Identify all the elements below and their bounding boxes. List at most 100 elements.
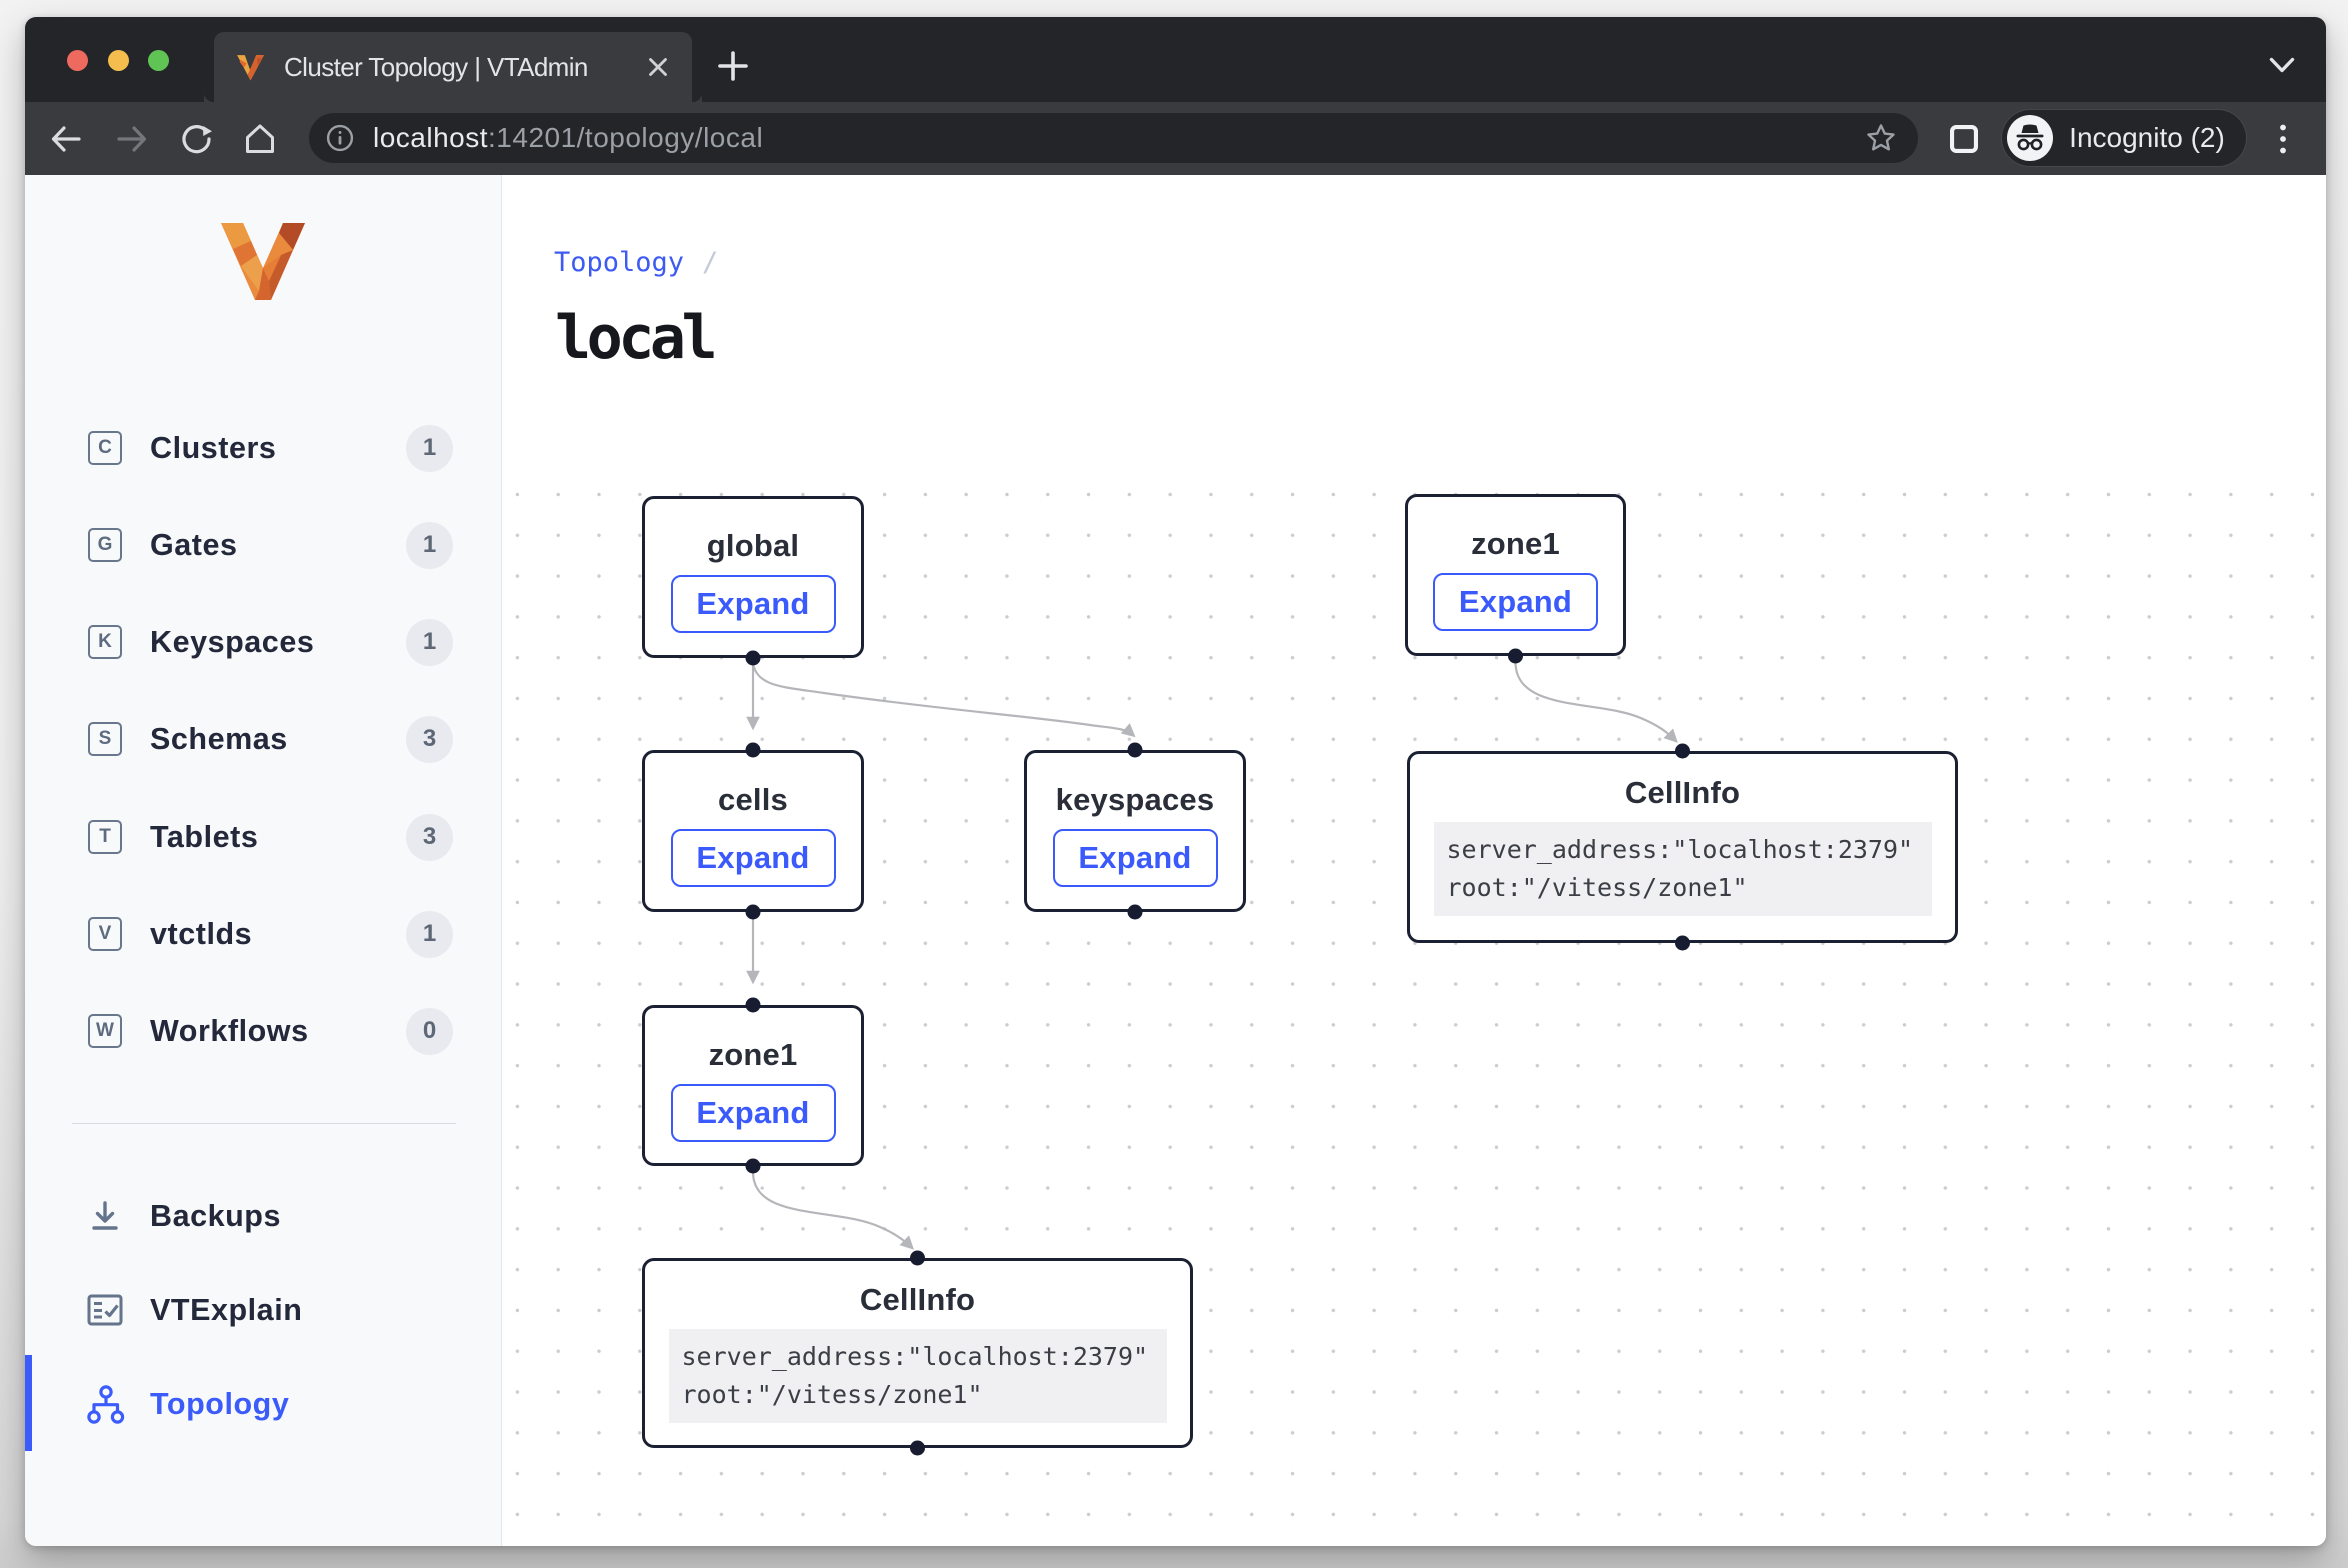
tablets-letter-icon: T: [88, 820, 122, 854]
breadcrumb: Topology /: [554, 247, 718, 278]
sidebar-item-vtexplain[interactable]: VTExplain: [25, 1275, 501, 1345]
node-zone1-right[interactable]: zone1 Expand: [1405, 494, 1626, 656]
expand-button-zone1-right[interactable]: Expand: [1433, 573, 1598, 631]
browser-titlebar: Cluster Topology | VTAdmin: [25, 17, 2326, 102]
side-panel-icon: [1950, 125, 1978, 153]
back-button[interactable]: [42, 102, 90, 175]
tab-title: Cluster Topology | VTAdmin: [284, 32, 588, 102]
code-line-2: root:"/vitess/zone1": [682, 1376, 1153, 1414]
tab-close-icon[interactable]: [642, 51, 674, 83]
node-cells[interactable]: cells Expand: [642, 750, 864, 912]
sidebar-item-keyspaces[interactable]: K Keyspaces 1: [25, 607, 501, 677]
sidebar-item-schemas[interactable]: S Schemas 3: [25, 704, 501, 774]
cellinfo-code-right: server_address:"localhost:2379"root:"/vi…: [1434, 822, 1932, 916]
topology-canvas[interactable]: Topology / local global Expand cells Expa…: [502, 175, 2326, 1546]
close-window-button[interactable]: [67, 50, 88, 71]
node-title-zone1-left: zone1: [645, 1038, 861, 1071]
code-line-1: server_address:"localhost:2379": [1447, 831, 1918, 869]
vitess-favicon-icon: [234, 50, 267, 83]
node-cellinfo-left[interactable]: CellInfo server_address:"localhost:2379"…: [642, 1258, 1193, 1448]
node-title-cells: cells: [645, 783, 861, 816]
keyspaces-count-badge: 1: [406, 619, 453, 666]
gates-letter-icon: G: [88, 528, 122, 562]
cellinfo-code-left: server_address:"localhost:2379"root:"/vi…: [669, 1329, 1167, 1423]
sidebar-item-gates[interactable]: G Gates 1: [25, 510, 501, 580]
sidebar-item-clusters[interactable]: C Clusters 1: [25, 413, 501, 483]
page-info-icon[interactable]: [325, 123, 355, 153]
node-title-global: global: [645, 529, 861, 562]
sidebar-item-label-backups: Backups: [150, 1199, 281, 1234]
gates-count-badge: 1: [406, 522, 453, 569]
zoom-window-button[interactable]: [148, 50, 169, 71]
workflows-count-badge: 0: [406, 1008, 453, 1055]
three-dot-menu-icon: [2266, 122, 2300, 156]
sidebar-item-label-gates: Gates: [150, 528, 238, 563]
sidebar-item-label-keyspaces: Keyspaces: [150, 625, 314, 660]
traffic-lights: [67, 50, 169, 71]
browser-toolbar: localhost:14201/topology/local Incognito: [25, 102, 2326, 175]
bookmark-star-icon[interactable]: [1865, 122, 1897, 154]
home-button[interactable]: [236, 102, 284, 175]
breadcrumb-topology-link[interactable]: Topology: [554, 247, 684, 278]
sidebar-item-topology[interactable]: Topology: [25, 1369, 501, 1439]
node-title-zone1-right: zone1: [1408, 527, 1623, 560]
forward-arrow-icon: [114, 121, 150, 157]
vtexplain-icon: [85, 1290, 125, 1330]
sidebar-item-label-vtctlds: vtctlds: [150, 917, 252, 952]
expand-button-cells[interactable]: Expand: [671, 829, 836, 887]
sidebar-item-workflows[interactable]: W Workflows 0: [25, 996, 501, 1066]
reload-icon: [179, 121, 215, 157]
clusters-letter-icon: C: [88, 431, 122, 465]
home-icon: [241, 120, 279, 158]
window-content: C Clusters 1 G Gates 1 K Keyspaces 1 S S…: [25, 175, 2326, 1546]
node-keyspaces[interactable]: keyspaces Expand: [1024, 750, 1246, 912]
keyspaces-letter-icon: K: [88, 625, 122, 659]
node-title-keyspaces: keyspaces: [1027, 783, 1243, 816]
sidebar-item-label-workflows: Workflows: [150, 1014, 309, 1049]
address-bar[interactable]: localhost:14201/topology/local: [309, 113, 1918, 163]
expand-button-global[interactable]: Expand: [671, 575, 836, 633]
node-title-cellinfo-right: CellInfo: [1410, 776, 1955, 809]
url-host: localhost: [373, 122, 488, 153]
vtctlds-count-badge: 1: [406, 911, 453, 958]
expand-button-keyspaces[interactable]: Expand: [1053, 829, 1218, 887]
sidebar: C Clusters 1 G Gates 1 K Keyspaces 1 S S…: [25, 175, 502, 1546]
url-text: localhost:14201/topology/local: [373, 122, 763, 154]
sidebar-item-vtctlds[interactable]: V vtctlds 1: [25, 899, 501, 969]
browser-window: Cluster Topology | VTAdmin: [25, 17, 2326, 1546]
sidebar-item-label-schemas: Schemas: [150, 722, 288, 757]
sidebar-item-tablets[interactable]: T Tablets 3: [25, 802, 501, 872]
node-cellinfo-right[interactable]: CellInfo server_address:"localhost:2379"…: [1407, 751, 1958, 943]
tab-search-chevron-icon[interactable]: [2263, 50, 2301, 80]
sidebar-item-label-tablets: Tablets: [150, 820, 258, 855]
reload-button[interactable]: [173, 102, 221, 175]
vitess-logo: [221, 223, 305, 300]
url-path: :14201/topology/local: [488, 122, 763, 153]
clusters-count-badge: 1: [406, 425, 453, 472]
expand-button-zone1-left[interactable]: Expand: [671, 1084, 836, 1142]
sidebar-divider: [72, 1123, 456, 1124]
minimize-window-button[interactable]: [108, 50, 129, 71]
tablets-count-badge: 3: [406, 814, 453, 861]
sidebar-item-label-topology: Topology: [150, 1387, 289, 1422]
new-tab-button[interactable]: [716, 49, 750, 83]
page-title: local: [555, 303, 713, 373]
code-line-2: root:"/vitess/zone1": [1447, 869, 1918, 907]
node-global[interactable]: global Expand: [642, 496, 864, 658]
active-nav-indicator: [25, 1355, 32, 1451]
browser-menu-button[interactable]: [2259, 102, 2307, 175]
vtctlds-letter-icon: V: [88, 917, 122, 951]
schemas-count-badge: 3: [406, 716, 453, 763]
sidebar-item-label-clusters: Clusters: [150, 431, 276, 466]
incognito-icon: [2013, 121, 2047, 155]
browser-tab[interactable]: Cluster Topology | VTAdmin: [214, 32, 692, 102]
sidebar-item-label-vtexplain: VTExplain: [150, 1293, 302, 1328]
forward-button[interactable]: [108, 102, 156, 175]
sidebar-item-backups[interactable]: Backups: [25, 1181, 501, 1251]
topology-icon: [85, 1384, 125, 1424]
breadcrumb-separator: /: [702, 247, 718, 278]
incognito-profile-chip[interactable]: Incognito (2): [2002, 110, 2246, 166]
node-zone1-left[interactable]: zone1 Expand: [642, 1005, 864, 1166]
schemas-letter-icon: S: [88, 722, 122, 756]
side-panel-button[interactable]: [1940, 102, 1988, 175]
